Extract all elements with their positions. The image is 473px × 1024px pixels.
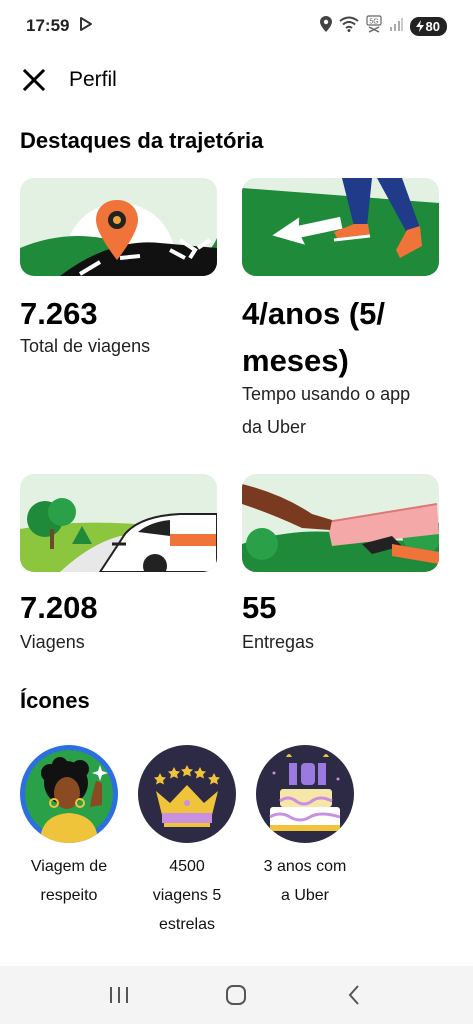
five-star-trips-label-line1: 4500 <box>169 858 205 875</box>
three-years-badge[interactable] <box>256 745 354 843</box>
time-illustration <box>242 178 439 276</box>
status-time: 17:59 <box>26 16 70 35</box>
respect-trip-badge[interactable] <box>20 745 118 843</box>
five-star-trips-badge[interactable] <box>138 745 236 843</box>
recent-apps-icon <box>109 987 128 1003</box>
three-years-label-line1: 3 anos com <box>263 858 347 875</box>
trips-illustration <box>20 178 217 276</box>
recent-apps-button[interactable] <box>99 975 139 1015</box>
rides-value: 7.208 <box>20 590 98 625</box>
time-using-app-value-line2: meses) <box>242 343 349 378</box>
status-bar: 17:59 5G 80 <box>0 0 473 52</box>
battery-icon: 80 <box>409 16 447 36</box>
total-trips-label: Total de viagens <box>20 336 151 356</box>
deliveries-label: Entregas <box>242 632 315 652</box>
respect-trip-label-line1: Viagem de <box>30 858 108 875</box>
time-using-app-value-line1: 4/anos (5/ <box>242 296 385 331</box>
svg-text:5G: 5G <box>369 18 378 25</box>
close-icon <box>22 68 46 92</box>
deliveries-value: 55 <box>242 590 277 625</box>
5g-icon: 5G <box>365 14 382 38</box>
five-star-trips-label-line2: viagens 5 <box>152 887 222 904</box>
time-using-app-label-line2: da Uber <box>242 417 307 437</box>
home-button[interactable] <box>216 975 256 1015</box>
location-icon <box>319 15 332 37</box>
close-button[interactable] <box>20 66 48 94</box>
system-nav-bar <box>0 966 473 1024</box>
page-title: Perfil <box>69 68 117 91</box>
rides-label: Viagens <box>20 632 85 652</box>
respect-trip-label-line2: respeito <box>40 887 98 904</box>
deliveries-illustration <box>242 474 439 572</box>
home-icon <box>226 985 247 1005</box>
highlights-title: Destaques da trajetória <box>20 128 264 153</box>
rides-illustration <box>20 474 217 572</box>
battery-level: 80 <box>425 18 440 34</box>
signal-icon <box>389 17 403 36</box>
wifi-icon <box>338 16 359 37</box>
icons-title: Ícones <box>20 688 90 713</box>
five-star-trips-label-line3: estrelas <box>158 916 216 933</box>
play-icon <box>79 16 93 37</box>
app-header: Perfil <box>0 58 473 102</box>
back-icon <box>348 985 359 1005</box>
back-button[interactable] <box>334 975 374 1015</box>
time-using-app-label-line1: Tempo usando o app <box>242 384 411 404</box>
three-years-label-line2: a Uber <box>280 887 330 904</box>
